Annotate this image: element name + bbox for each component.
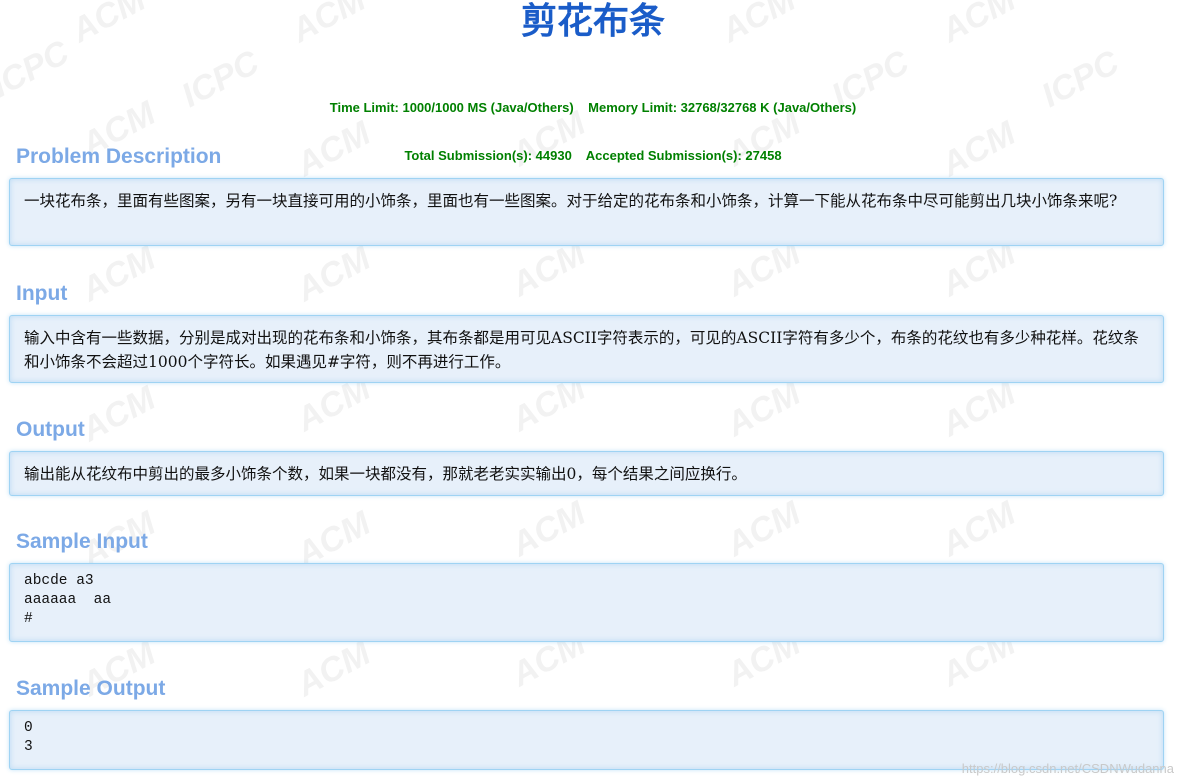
section-output: Output 输出能从花纹布中剪出的最多小饰条个数，如果一块都没有，那就老老实实… <box>9 417 1164 496</box>
problem-title: 剪花布条 <box>520 1 665 42</box>
footer-watermark-url: https://blog.csdn.net/CSDNWudanna <box>961 761 1174 776</box>
section-heading: Output <box>16 418 85 441</box>
section-heading: Sample Input <box>16 530 148 553</box>
description-panel: 一块花布条，里面有些图案，另有一块直接可用的小饰条，里面也有一些图案。对于给定的… <box>9 178 1164 246</box>
sample-input-panel: abcde a3 aaaaaa aa # <box>9 563 1164 642</box>
section-sample-output: Sample Output 0 3 <box>9 676 1164 770</box>
section-heading: Input <box>16 282 68 305</box>
section-heading: Sample Output <box>16 677 166 700</box>
output-panel: 输出能从花纹布中剪出的最多小饰条个数，如果一块都没有，那就老老实实输出0，每个结… <box>9 451 1164 496</box>
input-panel: 输入中含有一些数据，分别是成对出现的花布条和小饰条，其布条都是用可见ASCII字… <box>9 315 1164 383</box>
section-input: Input 输入中含有一些数据，分别是成对出现的花布条和小饰条，其布条都是用可见… <box>9 281 1164 383</box>
section-heading: Problem Description <box>16 145 222 168</box>
time-memory-limits: Time Limit: 1000/1000 MS (Java/Others) M… <box>329 100 857 115</box>
section-problem-description: Problem Description 一块花布条，里面有些图案，另有一块直接可… <box>9 144 1164 246</box>
section-sample-input: Sample Input abcde a3 aaaaaa aa # <box>9 529 1164 642</box>
